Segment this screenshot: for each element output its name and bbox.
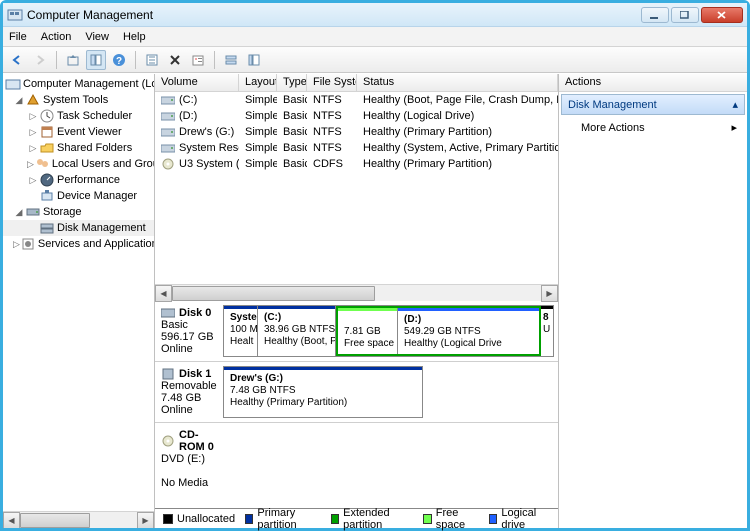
more-actions[interactable]: More Actions ▸ bbox=[559, 117, 747, 138]
tree-services-apps[interactable]: ▷Services and Applications bbox=[3, 236, 154, 252]
unallocated-space[interactable]: 8 U bbox=[541, 306, 553, 356]
disk-row-disk0[interactable]: Disk 0 Basic 596.17 GB Online Syste 100 … bbox=[155, 301, 558, 362]
delete-button[interactable] bbox=[165, 50, 185, 70]
menu-action[interactable]: Action bbox=[41, 31, 72, 43]
actions-header: Actions bbox=[559, 74, 747, 92]
partition-c[interactable]: (C:) 38.96 GB NTFS Healthy (Boot, Pa bbox=[258, 306, 336, 356]
chevron-right-icon: ▸ bbox=[731, 121, 737, 134]
menu-help[interactable]: Help bbox=[123, 31, 146, 43]
navigation-tree[interactable]: Computer Management (Local ◢System Tools… bbox=[3, 74, 155, 528]
show-tree-button[interactable] bbox=[86, 50, 106, 70]
actions-category[interactable]: Disk Management ▴ bbox=[561, 94, 745, 115]
disk-graphical-view[interactable]: Disk 0 Basic 596.17 GB Online Syste 100 … bbox=[155, 301, 558, 508]
tree-performance[interactable]: ▷Performance bbox=[3, 172, 154, 188]
tree-event-viewer[interactable]: ▷Event Viewer bbox=[3, 124, 154, 140]
disk-legend: Unallocated Primary partition Extended p… bbox=[155, 508, 558, 528]
col-type[interactable]: Type bbox=[277, 74, 307, 91]
up-button[interactable] bbox=[63, 50, 83, 70]
volume-list[interactable]: (C:)SimpleBasicNTFSHealthy (Boot, Page F… bbox=[155, 92, 558, 284]
extended-partition[interactable]: 7.81 GB Free space (D:) 549.29 GB NTFS H… bbox=[336, 306, 541, 356]
disk-row-disk1[interactable]: Disk 1 Removable 7.48 GB Online Drew's (… bbox=[155, 362, 558, 423]
partition-g[interactable]: Drew's (G:) 7.48 GB NTFS Healthy (Primar… bbox=[224, 367, 422, 417]
tree-device-manager[interactable]: ▷Device Manager bbox=[3, 188, 154, 204]
drive-icon bbox=[161, 94, 175, 106]
volume-row: System ReservedSimpleBasicNTFSHealthy (S… bbox=[155, 140, 558, 156]
tree-task-scheduler[interactable]: ▷Task Scheduler bbox=[3, 108, 154, 124]
drive-icon bbox=[161, 142, 175, 154]
toolbar: ? bbox=[3, 47, 747, 73]
view-details-button[interactable] bbox=[244, 50, 264, 70]
volume-row: U3 System (F:)SimpleBasicCDFSHealthy (Pr… bbox=[155, 156, 558, 172]
menu-view[interactable]: View bbox=[85, 31, 109, 43]
col-layout[interactable]: Layout bbox=[239, 74, 277, 91]
disk-icon bbox=[161, 307, 175, 319]
tree-shared-folders[interactable]: ▷Shared Folders bbox=[3, 140, 154, 156]
tree-system-tools[interactable]: ◢System Tools bbox=[3, 92, 154, 108]
free-space[interactable]: 7.81 GB Free space bbox=[338, 308, 398, 354]
properties-button[interactable] bbox=[188, 50, 208, 70]
close-button[interactable] bbox=[701, 7, 743, 23]
titlebar: Computer Management bbox=[3, 3, 747, 27]
minimize-button[interactable] bbox=[641, 7, 669, 23]
collapse-icon: ▴ bbox=[732, 98, 738, 111]
removable-icon bbox=[161, 368, 175, 380]
refresh-button[interactable] bbox=[142, 50, 162, 70]
svg-text:?: ? bbox=[116, 56, 122, 67]
volume-row: (C:)SimpleBasicNTFSHealthy (Boot, Page F… bbox=[155, 92, 558, 108]
tree-storage[interactable]: ◢Storage bbox=[3, 204, 154, 220]
cd-icon bbox=[161, 158, 175, 170]
menubar: File Action View Help bbox=[3, 27, 747, 47]
tree-disk-management[interactable]: ▷Disk Management bbox=[3, 220, 154, 236]
menu-file[interactable]: File bbox=[9, 31, 27, 43]
nav-forward-button[interactable] bbox=[30, 50, 50, 70]
volume-row: (D:)SimpleBasicNTFSHealthy (Logical Driv… bbox=[155, 108, 558, 124]
tree-root[interactable]: Computer Management (Local bbox=[3, 76, 154, 92]
col-volume[interactable]: Volume bbox=[155, 74, 239, 91]
col-fs[interactable]: File System bbox=[307, 74, 357, 91]
volume-list-header: Volume Layout Type File System Status bbox=[155, 74, 558, 92]
view-list-button[interactable] bbox=[221, 50, 241, 70]
window-title: Computer Management bbox=[27, 8, 641, 22]
volume-list-hscroll[interactable]: ◀▶ bbox=[155, 284, 558, 301]
disk-row-cdrom[interactable]: CD-ROM 0 DVD (E:) No Media bbox=[155, 423, 558, 495]
app-icon bbox=[7, 7, 23, 23]
tree-local-users[interactable]: ▷Local Users and Groups bbox=[3, 156, 154, 172]
cdrom-icon bbox=[161, 435, 175, 447]
help-button[interactable]: ? bbox=[109, 50, 129, 70]
drive-icon bbox=[161, 110, 175, 122]
maximize-button[interactable] bbox=[671, 7, 699, 23]
tree-scroll-left[interactable]: ◀ bbox=[3, 512, 20, 529]
nav-back-button[interactable] bbox=[7, 50, 27, 70]
col-status[interactable]: Status bbox=[357, 74, 558, 91]
tree-scroll-right[interactable]: ▶ bbox=[137, 512, 154, 529]
partition-d[interactable]: (D:) 549.29 GB NTFS Healthy (Logical Dri… bbox=[398, 308, 539, 354]
partition-system-reserved[interactable]: Syste 100 M Healt bbox=[224, 306, 258, 356]
volume-row: Drew's (G:)SimpleBasicNTFSHealthy (Prima… bbox=[155, 124, 558, 140]
drive-icon bbox=[161, 126, 175, 138]
actions-pane: Actions Disk Management ▴ More Actions ▸ bbox=[559, 74, 747, 528]
